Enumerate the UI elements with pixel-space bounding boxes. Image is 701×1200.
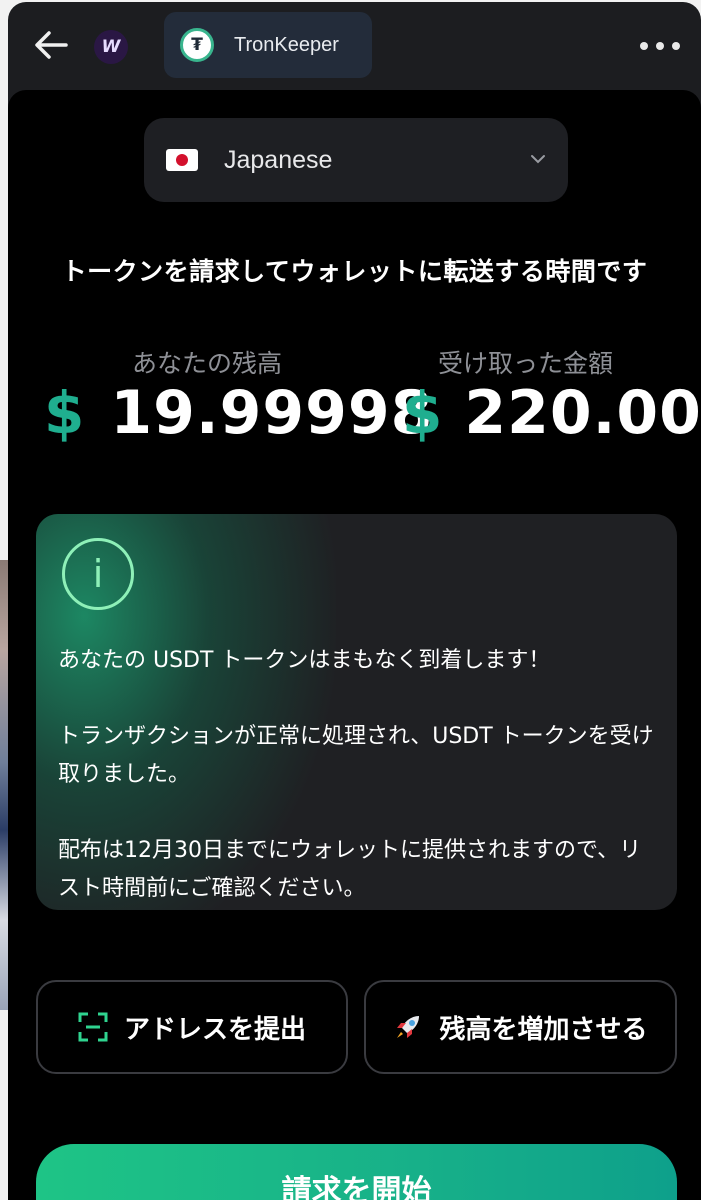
main-content: Japanese トークンを請求してウォレットに転送する時間です あなたの残高 … [8, 90, 701, 1200]
app-window: W ₮ TronKeeper Japanese トークンを請求してウォレットに転… [8, 2, 701, 1200]
start-claim-label: 請求を開始 [281, 1174, 432, 1200]
page-headline: トークンを請求してウォレットに転送する時間です [61, 257, 648, 286]
info-icon-glyph: i [92, 552, 104, 596]
info-line-processed: トランザクションが正常に処理され、USDT トークンを受け取りました。 [58, 724, 654, 787]
current-balance-label: あなたの残高 [132, 349, 283, 378]
app-logo[interactable]: W [94, 30, 128, 64]
japan-flag-icon [166, 149, 198, 171]
language-select[interactable]: Japanese [144, 118, 568, 202]
dot-icon [672, 42, 680, 50]
info-message: あなたの USDT トークンはまもなく到着します！ トランザクションが正常に処理… [58, 642, 658, 910]
app-title-pill[interactable]: ₮ TronKeeper [164, 12, 372, 78]
submit-address-button[interactable]: アドレスを提出 [36, 980, 348, 1074]
scan-icon [78, 1012, 108, 1042]
boost-balance-label: 残高を増加させる [439, 1014, 648, 1045]
dollar-icon: $ [44, 379, 85, 447]
top-bar: W ₮ TronKeeper [8, 2, 701, 90]
received-amount-label: 受け取った金額 [438, 349, 614, 378]
arrow-left-icon [35, 31, 68, 59]
background-photo-strip [0, 560, 8, 1010]
language-label: Japanese [224, 145, 333, 174]
submit-address-label: アドレスを提出 [123, 1014, 306, 1045]
chevron-down-icon [531, 155, 545, 164]
info-line-distribution: 配布は12月30日までにウォレットに提供されますので、リスト時間前にご確認くださ… [58, 838, 642, 901]
info-card: i あなたの USDT トークンはまもなく到着します！ トランザクションが正常に… [36, 514, 677, 910]
received-amount: $ 220.00 [402, 378, 701, 448]
dot-icon [656, 42, 664, 50]
boost-balance-button[interactable]: 残高を増加させる [364, 980, 677, 1074]
more-options-button[interactable] [640, 34, 680, 58]
logo-letter: W [101, 37, 121, 57]
tether-symbol: ₮ [191, 35, 203, 55]
info-line-arrival: あなたの USDT トークンはまもなく到着します！ [58, 648, 551, 673]
info-icon: i [62, 538, 134, 610]
back-button[interactable] [32, 26, 70, 64]
dot-icon [640, 42, 648, 50]
current-balance-value: 19.99998 [110, 378, 434, 448]
current-balance: $ 19.99998 [44, 378, 433, 448]
start-claim-button[interactable]: 請求を開始 [36, 1144, 677, 1200]
app-title: TronKeeper [234, 33, 339, 56]
tether-icon: ₮ [180, 28, 214, 62]
rocket-icon [393, 1012, 423, 1042]
received-amount-value: 220.00 [464, 378, 701, 448]
dollar-icon: $ [402, 379, 443, 447]
